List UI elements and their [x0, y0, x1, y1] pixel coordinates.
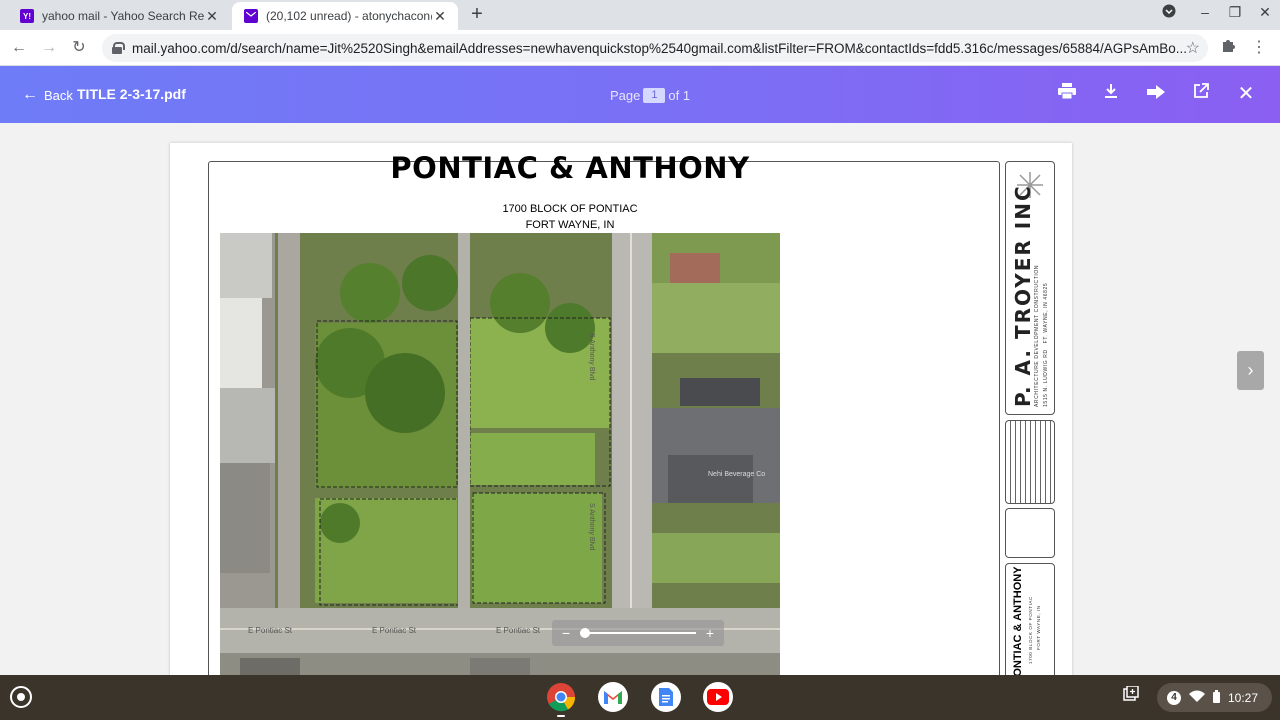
reload-icon[interactable]: ↻ [68, 37, 90, 59]
street-label: E Pontiac St [372, 626, 417, 635]
url-text[interactable]: mail.yahoo.com/d/search/name=Jit%2520Sin… [132, 41, 1208, 56]
title-block-revisions [1005, 420, 1055, 504]
street-label: E Pontiac St [248, 626, 293, 635]
street-label: E Pontiac St [496, 626, 541, 635]
pdf-viewer-header: ← Back TITLE 2-3-17.pdf Page 1 of 1 ✕ [0, 66, 1280, 123]
close-icon[interactable]: ✕ [204, 8, 220, 25]
address-bar[interactable]: mail.yahoo.com/d/search/name=Jit%2520Sin… [102, 34, 1208, 62]
pdf-page: PONTIAC & ANTHONY 1700 BLOCK OF PONTIAC … [170, 143, 1072, 675]
close-icon[interactable]: ✕ [432, 8, 448, 25]
title-block-company: P. A. TROYER INC ARCHITECTURE DEVELOPMEN… [1005, 161, 1055, 415]
forward-arrow-icon[interactable]: → [38, 37, 60, 59]
zoom-slider[interactable] [580, 628, 696, 638]
close-viewer-icon[interactable]: ✕ [1235, 83, 1257, 105]
lock-icon[interactable] [112, 42, 125, 54]
project-city: FORT WAYNE, IN [1036, 605, 1041, 650]
open-external-icon[interactable] [1190, 83, 1212, 105]
page-total: of 1 [668, 88, 691, 103]
back-label: Back [44, 87, 73, 103]
gmail-icon[interactable] [598, 682, 628, 712]
pdf-viewer-body: PONTIAC & ANTHONY 1700 BLOCK OF PONTIAC … [0, 123, 1280, 675]
project-address: 1700 BLOCK OF PONTIAC [1028, 596, 1033, 664]
youtube-icon[interactable] [703, 682, 733, 712]
firm-name: P. A. TROYER INC [1011, 184, 1035, 407]
menu-kebab-icon[interactable]: ⋮ [1248, 37, 1270, 59]
tab-title: (20,102 unread) - atonychacon@ [266, 9, 432, 23]
restore-icon[interactable]: ❐ [1224, 4, 1246, 21]
tab-yahoo-search[interactable]: Y! yahoo mail - Yahoo Search Resu ✕ [8, 2, 230, 30]
next-page-chevron-icon[interactable]: › [1237, 351, 1264, 390]
project-name: PONTIAC & ANTHONY [1012, 566, 1024, 675]
holding-space-icon[interactable] [1120, 685, 1142, 708]
page-indicator: Page 1 of 1 [610, 88, 690, 103]
extensions-puzzle-icon[interactable] [1218, 37, 1240, 59]
tab-search-icon[interactable] [1158, 4, 1180, 21]
system-tray[interactable]: 4 10:27 [1157, 683, 1272, 712]
tab-strip: Y! yahoo mail - Yahoo Search Resu ✕ (20,… [0, 0, 1280, 30]
document-location: FORT WAYNE, IN [525, 219, 615, 231]
download-icon[interactable] [1100, 83, 1122, 105]
minimize-icon[interactable]: – [1194, 4, 1216, 20]
file-name: TITLE 2-3-17.pdf [77, 86, 186, 102]
yahoo-y-icon: Y! [20, 9, 34, 23]
forward-share-icon[interactable] [1145, 83, 1167, 105]
tab-title: yahoo mail - Yahoo Search Resu [42, 9, 204, 23]
notification-count: 4 [1167, 690, 1181, 705]
new-tab-button[interactable]: + [466, 3, 488, 26]
page-label: Page [610, 88, 641, 103]
wifi-icon [1189, 690, 1205, 705]
title-block-seal [1005, 508, 1055, 558]
avenue-label: S Anthony Blvd [588, 503, 595, 551]
document-subtitle: 1700 BLOCK OF PONTIAC [502, 203, 638, 215]
document-title: PONTIAC & ANTHONY [390, 151, 750, 185]
clock: 10:27 [1228, 690, 1259, 705]
battery-icon [1213, 689, 1220, 706]
bookmark-star-icon[interactable]: ☆ [1186, 38, 1200, 58]
zoom-slider-knob[interactable] [580, 628, 591, 638]
print-icon[interactable] [1056, 83, 1078, 105]
yahoo-mail-envelope-icon [244, 9, 258, 23]
aerial-site-map: E Pontiac St E Pontiac St E Pontiac St S… [220, 233, 780, 675]
browser-toolbar: ← → ↻ mail.yahoo.com/d/search/name=Jit%2… [0, 30, 1280, 66]
window-close-icon[interactable]: ✕ [1254, 4, 1276, 21]
firm-details: ARCHITECTURE DEVELOPMENT CONSTRUCTION [1034, 264, 1040, 407]
zoom-out-icon[interactable]: − [562, 625, 570, 641]
tab-yahoo-mail[interactable]: (20,102 unread) - atonychacon@ ✕ [232, 2, 458, 30]
back-button[interactable]: ← Back [22, 86, 73, 104]
back-arrow-icon: ← [22, 86, 38, 103]
docs-icon[interactable] [651, 682, 681, 712]
firm-details: 1515 N. LUDWIG RD FT. WAYNE, IN 46825 [1043, 282, 1049, 407]
os-shelf: 4 10:27 [0, 675, 1280, 720]
active-app-indicator [557, 715, 565, 717]
avenue-label: S Anthony Blvd [588, 333, 595, 381]
title-block-project: PONTIAC & ANTHONY 1700 BLOCK OF PONTIAC … [1005, 563, 1055, 675]
launcher-icon[interactable] [10, 686, 32, 708]
chrome-icon[interactable] [546, 682, 576, 717]
zoom-in-icon[interactable]: + [706, 625, 714, 641]
back-arrow-icon[interactable]: ← [8, 37, 30, 59]
page-number-input[interactable]: 1 [643, 88, 666, 103]
business-label: Nehi Beverage Co [708, 471, 766, 478]
zoom-control[interactable]: − + [552, 620, 724, 646]
